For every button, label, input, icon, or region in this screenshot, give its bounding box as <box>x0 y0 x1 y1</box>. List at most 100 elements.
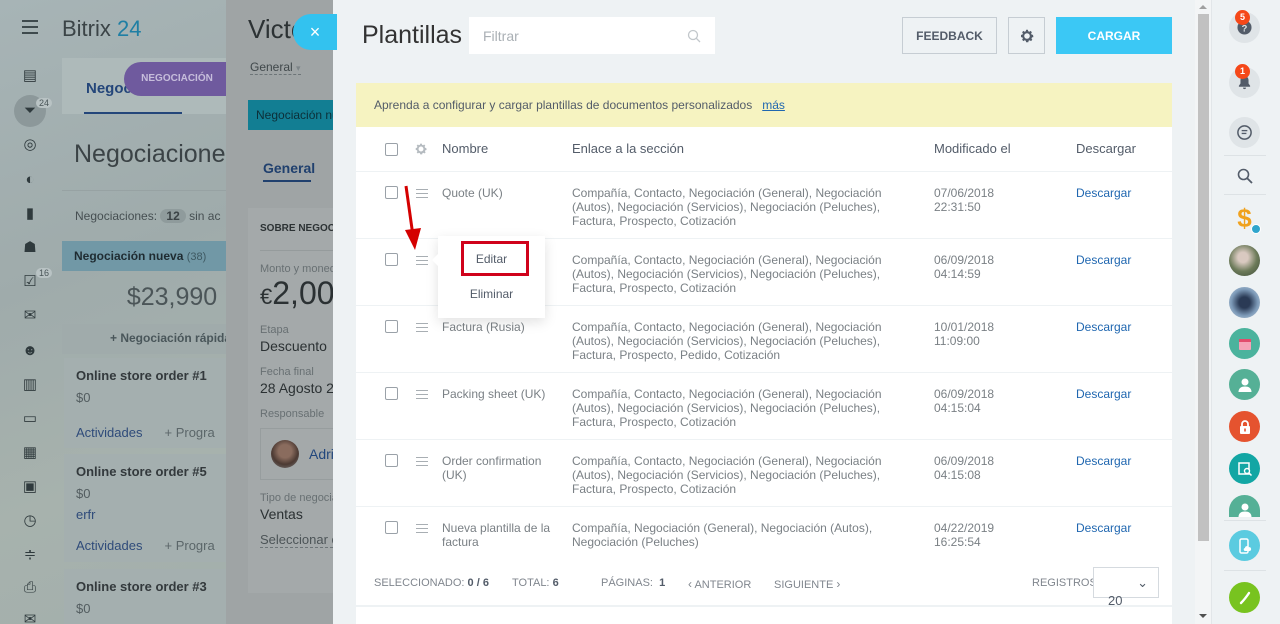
plan-link[interactable]: + Progra <box>164 425 214 440</box>
scrollbar-thumb[interactable] <box>1198 14 1209 541</box>
next-page-button[interactable]: SIGUIENTE › <box>774 577 840 591</box>
row-menu-icon[interactable] <box>416 256 428 265</box>
row-menu-icon[interactable] <box>416 189 428 198</box>
filter-input[interactable] <box>483 27 687 44</box>
notifications-badge: 1 <box>1235 64 1250 79</box>
deal-count: Negociaciones: 12 sin ac <box>75 209 221 223</box>
download-link[interactable]: Descargar <box>1076 387 1131 401</box>
scroll-up-arrow[interactable] <box>1199 5 1207 9</box>
row-menu-icon[interactable] <box>416 390 428 399</box>
user-avatar[interactable] <box>1229 245 1260 276</box>
chat-icon[interactable]: ✉ <box>20 306 40 326</box>
active-tab-indicator <box>263 180 311 182</box>
select-link[interactable]: Seleccionar c <box>260 532 339 548</box>
row-menu-icon[interactable] <box>416 457 428 466</box>
help-badge: 5 <box>1235 10 1250 25</box>
row-checkbox[interactable] <box>385 186 398 199</box>
slider-title: Plantillas <box>362 21 463 49</box>
feedback-button[interactable]: FEEDBACK <box>902 17 997 54</box>
robot-icon[interactable]: ☗ <box>20 238 40 258</box>
knowledge-book-icon[interactable]: ▥ <box>20 375 40 395</box>
mobile-cloud-icon[interactable] <box>1229 530 1260 561</box>
row-menu-icon[interactable] <box>416 323 428 332</box>
category-select[interactable]: General ▾ <box>250 60 301 75</box>
clock-icon[interactable]: ◷ <box>20 511 40 531</box>
chat-button[interactable] <box>1229 117 1260 148</box>
filter-box[interactable] <box>469 17 715 54</box>
chevron-down-icon: ⌄ <box>1137 575 1148 590</box>
download-link[interactable]: Descargar <box>1076 521 1131 535</box>
divider <box>1224 520 1266 521</box>
responsible-user[interactable]: Adri <box>260 428 340 480</box>
plan-link[interactable]: + Progra <box>164 538 214 553</box>
upload-button[interactable]: CARGAR <box>1056 17 1172 54</box>
download-link[interactable]: Descargar <box>1076 253 1131 267</box>
stage-button[interactable]: Negociación nueva <box>248 100 340 130</box>
vertical-scrollbar[interactable] <box>1195 0 1211 624</box>
activities-link[interactable]: Actividades <box>76 425 142 440</box>
row-checkbox[interactable] <box>385 320 398 333</box>
menu-icon[interactable] <box>22 20 38 34</box>
close-slider-button[interactable]: × <box>293 14 337 50</box>
deal-info-card: SOBRE NEGOCIACIÓN Monto y moneda €2,00 E… <box>248 208 340 593</box>
phone-call-button[interactable] <box>1229 582 1260 613</box>
row-checkbox[interactable] <box>385 387 398 400</box>
more-link[interactable]: más <box>762 98 785 112</box>
row-checkbox[interactable] <box>385 521 398 534</box>
deal-amount: €2,00 <box>260 275 335 311</box>
column-header-modified[interactable]: Modificado el <box>934 142 1034 156</box>
search-icon[interactable] <box>687 29 701 43</box>
records-label: REGISTROS: <box>1032 577 1100 589</box>
active-tab-indicator <box>84 112 182 114</box>
tab-general[interactable]: General <box>263 160 315 176</box>
column-header-section[interactable]: Enlace a la sección <box>572 142 907 156</box>
lock-chat-icon[interactable] <box>1229 411 1260 442</box>
right-sidebar: ? 5 1 $ <box>1211 0 1280 624</box>
search-doc-chat-icon[interactable] <box>1229 453 1260 484</box>
moon-icon[interactable]: ◐ <box>20 170 40 190</box>
download-link[interactable]: Descargar <box>1076 454 1131 468</box>
table-row: Order confirmation (UK) Compañía, Contac… <box>356 440 1172 507</box>
drive-icon[interactable]: ▭ <box>20 409 40 429</box>
settings-button[interactable] <box>1008 17 1045 54</box>
table-row: Packing sheet (UK) Compañía, Contacto, N… <box>356 373 1172 440</box>
chart-icon[interactable]: ▮ <box>20 204 40 224</box>
calendar-chat-icon[interactable] <box>1229 328 1260 359</box>
gear-icon <box>1020 29 1033 42</box>
menu-item-delete[interactable]: Eliminar <box>438 287 545 301</box>
target-icon[interactable]: ◎ <box>20 135 40 155</box>
download-link[interactable]: Descargar <box>1076 186 1131 200</box>
templates-table: Nombre Enlace a la sección Modificado el… <box>356 127 1172 561</box>
printer-icon[interactable]: ⎙ <box>20 578 40 598</box>
chat-icon <box>1237 125 1252 140</box>
mail-icon[interactable]: ✉ <box>20 610 40 624</box>
column-header-name[interactable]: Nombre <box>442 142 552 156</box>
records-per-page-select[interactable]: 20 ⌄ <box>1093 567 1159 608</box>
settings-sliders-icon[interactable]: ≑ <box>20 545 40 565</box>
scroll-down-arrow[interactable] <box>1199 614 1207 618</box>
user-chat-icon[interactable] <box>1229 369 1260 400</box>
total-count: TOTAL: 6 <box>512 577 559 589</box>
row-menu-icon[interactable] <box>416 524 428 533</box>
user-avatar[interactable] <box>1229 287 1260 318</box>
select-all-checkbox[interactable] <box>385 143 398 156</box>
row-checkbox[interactable] <box>385 253 398 266</box>
feed-icon[interactable]: ▤ <box>20 66 40 86</box>
user-chat-icon[interactable] <box>1229 495 1260 517</box>
negociacion-label-pill: NEGOCIACIÓN <box>124 62 230 96</box>
download-link[interactable]: Descargar <box>1076 320 1131 334</box>
prev-page-button[interactable]: ‹ ANTERIOR <box>688 577 751 591</box>
tasks-badge: 16 <box>36 268 53 278</box>
contact-card-icon[interactable]: ▣ <box>20 477 40 497</box>
row-checkbox[interactable] <box>385 454 398 467</box>
lower-panel <box>356 607 1172 624</box>
menu-item-edit[interactable]: Editar <box>438 252 545 266</box>
calendar-icon[interactable]: ▦ <box>20 443 40 463</box>
column-header-download[interactable]: Descargar <box>1076 142 1136 156</box>
activities-link[interactable]: Actividades <box>76 538 142 553</box>
team-icon[interactable]: ☻ <box>20 341 40 361</box>
column-settings-gear-icon[interactable] <box>414 142 428 156</box>
search-button[interactable] <box>1229 160 1260 191</box>
info-notice: Aprenda a configurar y cargar plantillas… <box>356 83 1172 127</box>
pages-count: PÁGINAS: 1 <box>601 577 666 589</box>
